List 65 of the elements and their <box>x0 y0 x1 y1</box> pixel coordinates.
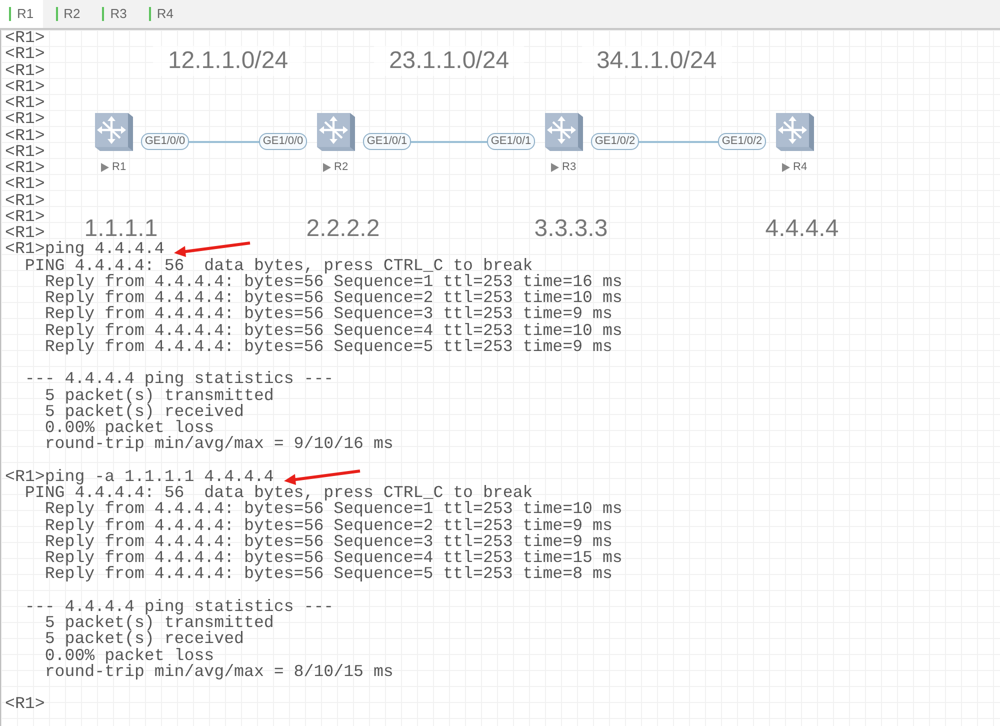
terminal-line: 0.00% packet loss <box>44 648 214 664</box>
port-label: GE1/0/1 <box>487 133 535 150</box>
terminal-line: <R1>ping 4.4.4.4 <box>5 241 164 258</box>
terminal-line: Reply from 4.4.4.4: bytes=56 Sequence=3 ttl=253 time=9 ms <box>44 534 612 550</box>
port-label: GE1/0/2 <box>591 133 639 150</box>
terminal-line: <R1> <box>5 192 45 209</box>
link-line <box>189 141 259 143</box>
terminal-line: <R1> <box>5 208 45 225</box>
subnet-label: 12.1.1.0/24 <box>153 46 303 76</box>
terminal-line: 5 packet(s) transmitted <box>44 615 274 632</box>
terminal-line: <R1> <box>5 128 45 144</box>
terminal-line: PING 4.4.4.4: 56 data bytes, press CTRL_C to break <box>24 258 533 274</box>
terminal-line: --- 4.4.4.4 ping statistics --- <box>24 598 334 615</box>
subnet-label: 23.1.1.0/24 <box>374 46 524 76</box>
terminal-line: Reply from 4.4.4.4: bytes=56 Sequence=1 ttl=253 time=16 ms <box>44 274 622 290</box>
terminal-line: <R1>ping -a 1.1.1.1 4.4.4.4 <box>5 468 274 485</box>
router-name: R2 <box>334 160 348 175</box>
terminal-line: Reply from 4.4.4.4: bytes=56 Sequence=5 ttl=253 time=9 ms <box>44 338 612 355</box>
terminal-line: Reply from 4.4.4.4: bytes=56 Sequence=2 ttl=253 time=9 ms <box>44 518 612 534</box>
loopback-label: 2.2.2.2 <box>305 215 381 243</box>
terminal-line: 5 packet(s) transmitted <box>44 388 274 404</box>
terminal-line: Reply from 4.4.4.4: bytes=56 Sequence=4 ttl=253 time=10 ms <box>44 322 622 339</box>
terminal-line: <R1> <box>5 46 45 62</box>
subnet-label: 34.1.1.0/24 <box>582 46 732 76</box>
terminal-line: <R1> <box>5 111 45 128</box>
terminal-line: 5 packet(s) received <box>44 631 244 648</box>
terminal-line: <R1> <box>5 144 45 160</box>
terminal-line: <R1> <box>5 176 45 192</box>
loopback-label: 4.4.4.4 <box>764 215 840 243</box>
terminal-line: Reply from 4.4.4.4: bytes=56 Sequence=2 ttl=253 time=10 ms <box>44 290 622 306</box>
play-icon <box>782 162 790 172</box>
terminal-line: round-trip min/avg/max = 9/10/16 ms <box>44 436 394 452</box>
router-icon <box>314 111 356 153</box>
loopback-label: 1.1.1.1 <box>84 215 159 242</box>
play-icon <box>101 162 109 172</box>
terminal-line: Reply from 4.4.4.4: bytes=56 Sequence=3 ttl=253 time=9 ms <box>44 306 612 322</box>
port-label: GE1/0/1 <box>363 133 411 150</box>
terminal-line: <R1> <box>5 62 45 79</box>
terminal-line: --- 4.4.4.4 ping statistics --- <box>24 371 334 388</box>
terminal-line: <R1> <box>5 696 45 712</box>
router-name: R4 <box>793 160 808 175</box>
play-icon <box>551 162 559 172</box>
terminal-line: <R1> <box>5 160 45 176</box>
terminal-line: Reply from 4.4.4.4: bytes=56 Sequence=5 ttl=253 time=8 ms <box>44 566 612 582</box>
terminal-line: <R1> <box>5 225 45 242</box>
terminal-line: Reply from 4.4.4.4: bytes=56 Sequence=4 ttl=253 time=15 ms <box>44 550 622 566</box>
port-label: GE1/0/0 <box>141 133 189 150</box>
terminal-line: 5 packet(s) received <box>44 404 244 420</box>
router-icon <box>92 111 134 153</box>
port-label: GE1/0/2 <box>718 133 766 150</box>
port-label: GE1/0/0 <box>259 133 307 150</box>
terminal-line: PING 4.4.4.4: 56 data bytes, press CTRL_C to break <box>24 485 533 502</box>
tab[interactable]: R1 <box>0 0 43 28</box>
router-icon <box>542 111 584 153</box>
router-icon <box>773 111 815 153</box>
play-icon <box>323 162 331 172</box>
loopback-label: 3.3.3.3 <box>533 215 609 243</box>
terminal-line: 0.00% packet loss <box>44 420 214 436</box>
router-name: R3 <box>562 160 576 175</box>
terminal-line: <R1> <box>5 78 45 95</box>
router-name: R1 <box>112 160 126 175</box>
terminal-line: Reply from 4.4.4.4: bytes=56 Sequence=1 ttl=253 time=10 ms <box>44 501 622 518</box>
terminal-line: round-trip min/avg/max = 8/10/15 ms <box>44 664 394 680</box>
terminal-line: <R1> <box>5 95 45 112</box>
terminal-line: <R1> <box>5 30 45 46</box>
